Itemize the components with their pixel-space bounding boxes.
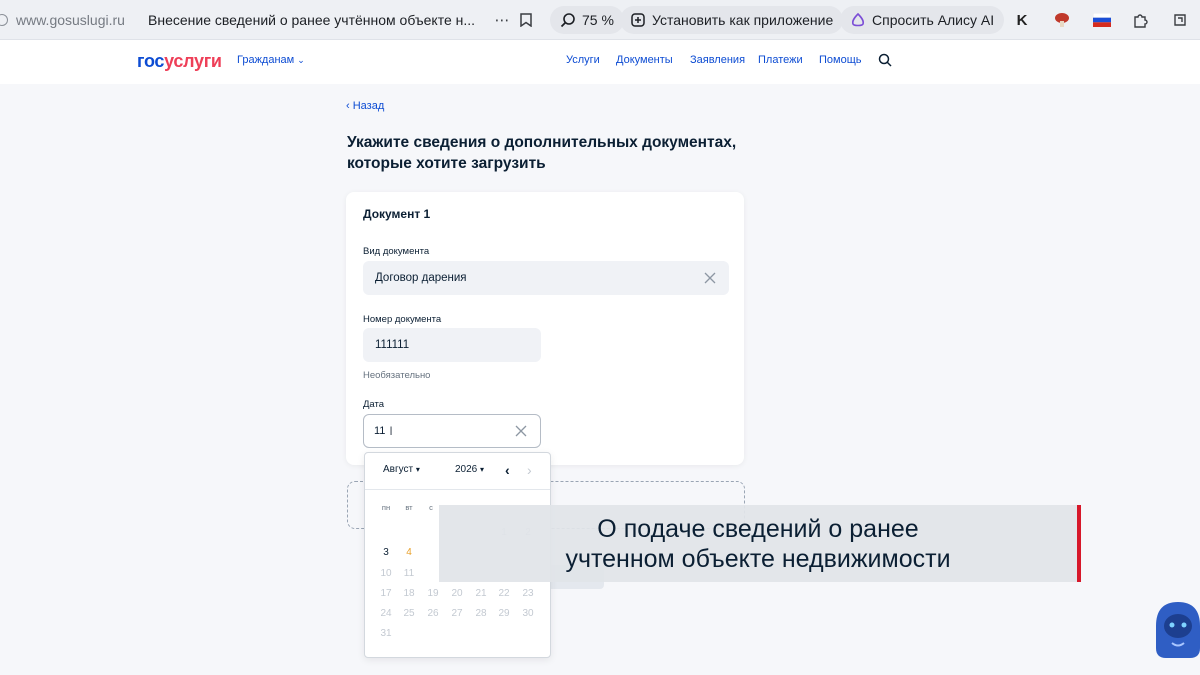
doc-type-select[interactable]: Договор дарения <box>363 261 729 295</box>
assistant-bot-icon[interactable] <box>1150 596 1200 662</box>
page-heading: Укажите сведения о дополнительных докуме… <box>347 134 737 172</box>
calendar-day[interactable]: 24 <box>376 608 396 619</box>
text-cursor-icon: I <box>389 424 393 438</box>
caption-line-2: учтенном объекте недвижимости <box>565 544 951 573</box>
calendar-day[interactable]: 27 <box>447 608 467 619</box>
nav-applications[interactable]: Заявления <box>690 54 745 66</box>
install-label: Установить как приложение <box>652 12 834 28</box>
more-icon[interactable]: ⋯ <box>492 10 512 30</box>
extension-flag-icon[interactable] <box>1092 10 1112 30</box>
calendar-day[interactable]: 25 <box>399 608 419 619</box>
nav-help[interactable]: Помощь <box>819 54 862 66</box>
clear-date-icon[interactable] <box>514 424 528 438</box>
calendar-day[interactable]: 17 <box>376 588 396 599</box>
calendar-day[interactable]: 19 <box>423 588 443 599</box>
document-card-title: Документ 1 <box>363 207 431 221</box>
ask-alice-button[interactable]: Спросить Алису AI <box>840 6 1005 34</box>
nav-payments[interactable]: Платежи <box>758 54 803 66</box>
date-value: 11 <box>374 425 386 437</box>
calendar-day[interactable]: 26 <box>423 608 443 619</box>
address-bar[interactable]: www.gosuslugi.ru <box>0 0 125 40</box>
weekday-mon: пн <box>381 503 391 512</box>
calendar-day[interactable]: 29 <box>494 608 514 619</box>
date-label: Дата <box>363 399 385 410</box>
calendar-next-month-icon[interactable]: › <box>527 462 532 478</box>
weekday-wed: с <box>429 503 433 512</box>
chevron-down-icon: ⌄ <box>297 55 305 65</box>
doc-type-value: Договор дарения <box>375 272 467 284</box>
calendar-day[interactable]: 18 <box>399 588 419 599</box>
site-info-icon[interactable] <box>0 14 8 26</box>
calendar-day[interactable]: 10 <box>376 568 396 579</box>
optional-hint: Необязательно <box>363 370 431 381</box>
zoom-level: 75 % <box>582 12 614 28</box>
calendar-year-select[interactable]: 2026 ▾ <box>455 464 484 475</box>
gosuslugi-logo[interactable]: госуслуги <box>137 51 222 72</box>
back-link[interactable]: ‹ Назад <box>346 100 384 112</box>
zoom-button[interactable]: 75 % <box>550 6 624 34</box>
calendar-day[interactable]: 11 <box>399 568 419 579</box>
doc-type-label: Вид документа <box>363 246 430 257</box>
alice-icon <box>851 12 865 27</box>
audience-selector[interactable]: Гражданам ⌄ <box>237 54 305 66</box>
calendar-day[interactable]: 20 <box>447 588 467 599</box>
collections-icon[interactable] <box>1170 10 1190 30</box>
video-caption-banner: О подаче сведений о ранее учтенном объек… <box>439 505 1081 582</box>
browser-toolbar: www.gosuslugi.ru Внесение сведений о ран… <box>0 0 1200 40</box>
doc-number-value: 111111 <box>375 339 410 351</box>
calendar-prev-month-icon[interactable]: ‹ <box>505 462 510 478</box>
calendar-day[interactable]: 3 <box>376 547 396 558</box>
caption-line-1: О подаче сведений о ранее <box>597 514 919 543</box>
doc-number-label: Номер документа <box>363 314 442 325</box>
extension-k-icon[interactable]: K <box>1012 10 1032 30</box>
site-header: госуслуги Гражданам ⌄ Услуги Документы З… <box>0 40 1200 84</box>
page-title-in-bar: Внесение сведений о ранее учтённом объек… <box>148 12 476 28</box>
zoom-icon <box>560 13 575 28</box>
calendar-month-select[interactable]: Август ▾ <box>383 464 420 475</box>
calendar-day[interactable]: 30 <box>518 608 538 619</box>
url-host: www.gosuslugi.ru <box>16 12 125 28</box>
extensions-puzzle-icon[interactable] <box>1130 10 1150 30</box>
calendar-day[interactable]: 23 <box>518 588 538 599</box>
calendar-day-today[interactable]: 4 <box>399 547 419 558</box>
bookmark-icon[interactable] <box>516 10 536 30</box>
nav-documents[interactable]: Документы <box>616 54 673 66</box>
extension-mushroom-icon[interactable] <box>1052 10 1072 30</box>
calendar-day[interactable]: 28 <box>471 608 491 619</box>
search-icon[interactable] <box>878 53 892 67</box>
install-icon <box>631 13 645 27</box>
calendar-day[interactable]: 31 <box>376 628 396 639</box>
install-app-button[interactable]: Установить как приложение <box>620 6 844 34</box>
alice-label: Спросить Алису AI <box>872 12 995 28</box>
weekday-tue: вт <box>405 503 413 512</box>
calendar-day[interactable]: 21 <box>471 588 491 599</box>
nav-services[interactable]: Услуги <box>566 54 600 66</box>
doc-number-input[interactable]: 111111 <box>363 328 541 362</box>
calendar-divider <box>365 489 550 490</box>
calendar-day[interactable]: 22 <box>494 588 514 599</box>
clear-doc-type-icon[interactable] <box>703 271 717 285</box>
